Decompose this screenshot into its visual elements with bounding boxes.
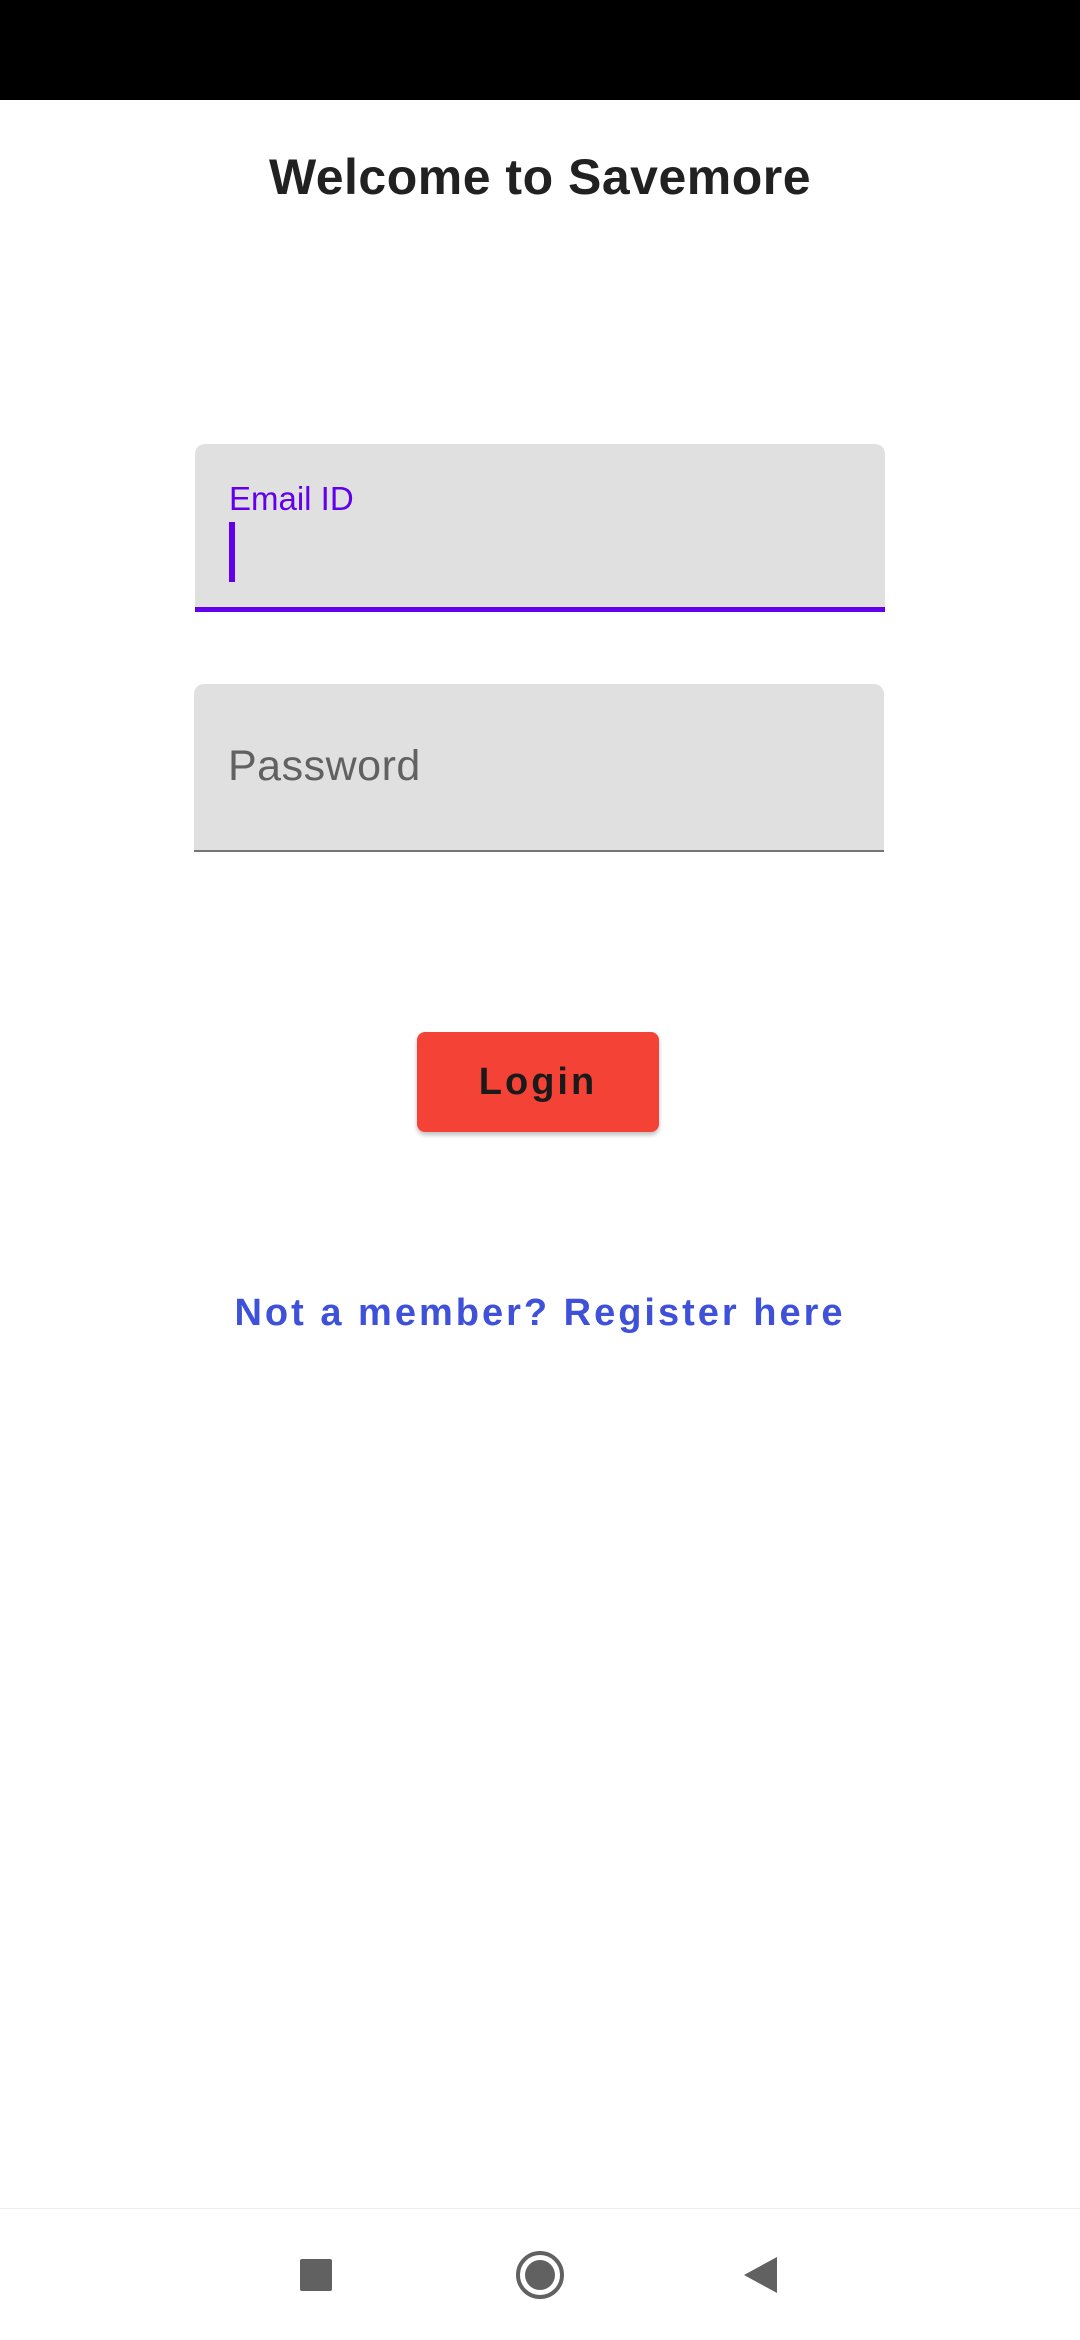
password-field[interactable]: Password xyxy=(194,684,884,852)
navigation-bar xyxy=(0,2208,1080,2340)
login-screen: Welcome to Savemore Email ID Password Lo… xyxy=(0,0,1080,2340)
home-icon xyxy=(516,2251,564,2299)
text-cursor xyxy=(229,522,235,582)
login-button[interactable]: Login xyxy=(417,1032,659,1132)
register-link[interactable]: Not a member? Register here xyxy=(0,1292,1080,1335)
home-button[interactable] xyxy=(480,2209,600,2340)
email-field-label: Email ID xyxy=(229,480,354,517)
recents-icon xyxy=(300,2259,332,2291)
email-field[interactable]: Email ID xyxy=(195,444,885,612)
page-title: Welcome to Savemore xyxy=(268,149,812,205)
status-bar xyxy=(0,0,1080,100)
back-button[interactable] xyxy=(700,2209,820,2340)
recents-button[interactable] xyxy=(256,2209,376,2340)
password-placeholder: Password xyxy=(228,742,421,790)
back-icon xyxy=(744,2257,777,2293)
